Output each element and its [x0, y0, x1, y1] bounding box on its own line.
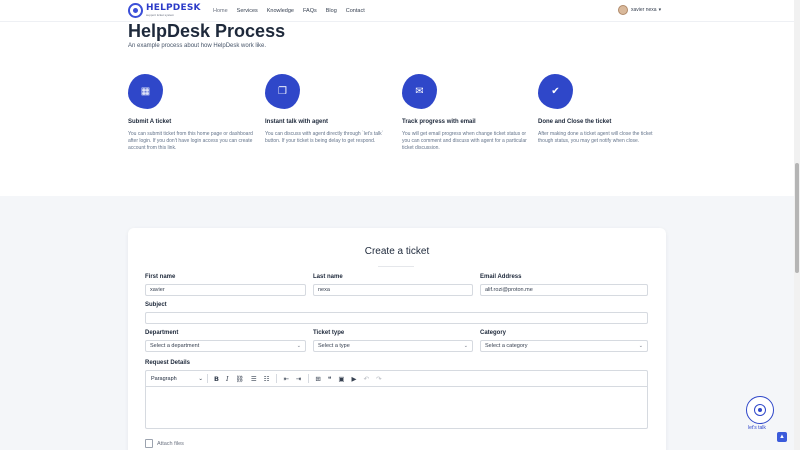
step-text: You can discuss with agent directly thro…: [265, 131, 384, 145]
paragraph-select[interactable]: Paragraph ⌄: [151, 376, 207, 382]
nav-services[interactable]: Services: [237, 8, 258, 14]
user-name: xavier nexa: [631, 7, 657, 13]
scroll-to-top-button[interactable]: ▲: [777, 432, 787, 442]
department-select[interactable]: Select a department ⌄: [145, 340, 306, 352]
numbered-list-icon[interactable]: ☷: [264, 375, 270, 383]
category-select[interactable]: Select a category ⌄: [480, 340, 648, 352]
redo-icon[interactable]: ↷: [376, 375, 381, 383]
toolbar-divider: [207, 374, 208, 383]
brand-tagline: support ticket system: [146, 13, 175, 17]
nav-home[interactable]: Home: [213, 8, 228, 14]
last-name-label: Last name: [313, 274, 343, 280]
subject-field[interactable]: [145, 312, 648, 324]
table-icon[interactable]: ⊞: [315, 375, 320, 383]
ticket-type-value: Select a type: [318, 343, 350, 349]
undo-icon[interactable]: ↶: [363, 375, 368, 383]
step-title: Submit A ticket: [128, 119, 172, 125]
step-title: Track progress with email: [402, 119, 476, 125]
bold-icon[interactable]: B: [214, 375, 219, 383]
scrollbar-thumb[interactable]: [795, 163, 799, 273]
category-value: Select a category: [485, 343, 528, 349]
toolbar-divider: [276, 374, 278, 383]
email-field[interactable]: alif.rozi@proton.me: [480, 284, 648, 296]
check-icon: ✔: [538, 74, 573, 109]
step-done-close: ✔ Done and Close the ticket After making…: [538, 74, 666, 145]
ticket-type-select[interactable]: Select a type ⌄: [313, 340, 473, 352]
step-title: Done and Close the ticket: [538, 119, 612, 125]
form-title: Create a ticket: [364, 246, 430, 257]
media-icon[interactable]: ▶: [351, 375, 356, 383]
attach-files-label: Attach files: [157, 440, 184, 447]
lets-talk-button[interactable]: [746, 396, 774, 424]
italic-icon[interactable]: I: [226, 375, 229, 383]
step-instant-talk: ❐ Instant talk with agent You can discus…: [265, 74, 393, 145]
indent-icon[interactable]: ⇥: [296, 375, 301, 383]
logo-icon: [128, 3, 143, 18]
email-label: Email Address: [480, 274, 522, 280]
step-track-email: ✉ Track progress with email You will get…: [402, 74, 530, 153]
file-icon: [145, 439, 153, 448]
step-text: After making done a ticket agent will cl…: [538, 131, 653, 145]
quote-icon[interactable]: ❝: [328, 375, 332, 383]
main-nav: Home Services Knowledge FAQs Blog Contac…: [213, 8, 374, 14]
editor-toolbar: Paragraph ⌄ B I ⛓ ☰ ☷ ⇤ ⇥ ⊞ ❝ ▣ ▶ ↶ ↷: [146, 371, 647, 387]
brand-name: HELPDESK: [146, 3, 201, 13]
process-title: HelpDesk Process: [128, 21, 286, 41]
ticket-icon: ▦: [128, 74, 163, 109]
subject-label: Subject: [145, 302, 167, 308]
brand-logo[interactable]: HELPDESK support ticket system: [128, 3, 201, 18]
nav-contact[interactable]: Contact: [346, 8, 365, 14]
divider: [378, 266, 414, 267]
image-icon[interactable]: ▣: [338, 375, 344, 383]
department-value: Select a department: [150, 343, 200, 349]
email-icon: ✉: [402, 74, 437, 109]
first-name-field[interactable]: xavier: [145, 284, 306, 296]
page-scrollbar[interactable]: [794, 0, 800, 450]
ticket-type-label: Ticket type: [313, 330, 345, 336]
category-label: Category: [480, 330, 507, 336]
request-details-label: Request Details: [145, 360, 191, 366]
last-name-field[interactable]: nexa: [313, 284, 473, 296]
step-submit-ticket: ▦ Submit A ticket You can submit ticket …: [128, 74, 256, 153]
step-text: You will get email progress when change …: [402, 131, 527, 152]
create-ticket-card: Create a ticket First name xavier Last n…: [128, 228, 666, 450]
process-subtitle: An example process about how HelpDesk wo…: [128, 43, 267, 49]
chevron-down-icon: ⌄: [638, 343, 643, 349]
first-name-label: First name: [145, 274, 176, 280]
link-icon[interactable]: ⛓: [236, 375, 244, 383]
bulleted-list-icon[interactable]: ☰: [251, 375, 257, 383]
step-title: Instant talk with agent: [265, 119, 329, 125]
step-text: You can submit ticket from this home pag…: [128, 131, 253, 152]
nav-faqs[interactable]: FAQs: [303, 8, 317, 14]
outdent-icon[interactable]: ⇤: [283, 375, 288, 383]
lets-talk-label[interactable]: let's talk: [748, 425, 766, 431]
chevron-down-icon: ⌄: [198, 375, 203, 382]
chat-bubble-icon: [754, 404, 766, 416]
top-header: HELPDESK support ticket system Home Serv…: [0, 0, 794, 22]
request-details-editor[interactable]: Paragraph ⌄ B I ⛓ ☰ ☷ ⇤ ⇥ ⊞ ❝ ▣ ▶ ↶ ↷: [145, 370, 648, 429]
attach-files-button[interactable]: Attach files: [145, 439, 184, 448]
avatar: [618, 5, 628, 15]
user-menu[interactable]: xavier nexa ▾: [618, 5, 661, 15]
paragraph-label: Paragraph: [151, 375, 177, 382]
chat-icon: ❐: [265, 74, 300, 109]
chevron-down-icon: ⌄: [463, 343, 468, 349]
chevron-down-icon: ⌄: [296, 343, 301, 349]
chevron-down-icon: ▾: [658, 7, 662, 13]
toolbar-divider: [308, 374, 310, 383]
nav-knowledge[interactable]: Knowledge: [267, 8, 294, 14]
department-label: Department: [145, 330, 179, 336]
nav-blog[interactable]: Blog: [326, 8, 337, 14]
